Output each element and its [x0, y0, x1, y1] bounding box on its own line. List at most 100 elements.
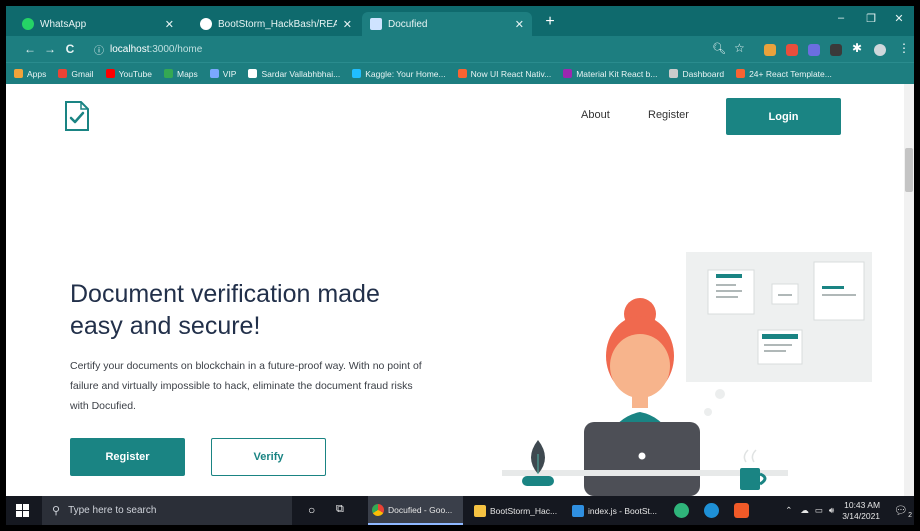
battery-icon[interactable]: ▭ [815, 505, 823, 516]
tab-docufied[interactable]: Docufied ✕ [362, 12, 532, 36]
bookmark-favicon-icon [352, 69, 362, 78]
minimize-button[interactable]: – [826, 12, 856, 24]
docufied-logo-icon[interactable] [64, 100, 90, 132]
vscode-icon [572, 504, 584, 517]
close-window-button[interactable]: ✕ [884, 12, 914, 25]
bookmarks-bar: Apps Gmail YouTube Maps VIP Sardar Vallabhbha… [6, 62, 914, 84]
bookmark-item[interactable]: Dashboard [669, 69, 724, 79]
bookmark-favicon-icon [163, 69, 173, 78]
cloud-icon[interactable]: ☁ [800, 505, 809, 516]
bookmark-item[interactable]: VIP [209, 69, 236, 79]
extension-icon[interactable] [830, 44, 842, 56]
bookmark-favicon-icon [58, 69, 68, 78]
tab-github[interactable]: BootStorm_HackBash/README... ✕ [192, 12, 360, 36]
bookmark-label: Dashboard [682, 68, 725, 79]
tab-whatsapp[interactable]: WhatsApp ✕ [14, 12, 182, 36]
profile-avatar[interactable] [874, 44, 886, 56]
webpage: About Register Login Document verificati… [6, 84, 914, 496]
login-button[interactable]: Login [726, 98, 841, 135]
url-host: localhost [110, 43, 150, 55]
bookmark-item[interactable]: Kaggle: Your Home... [352, 69, 446, 79]
taskbar-search-box[interactable]: ⚲ Type here to search [42, 496, 292, 525]
forward-button[interactable]: → [40, 42, 60, 56]
zoom-search-icon[interactable]: 🔍︎ [712, 42, 726, 55]
tab-title: BootStorm_HackBash/README... [218, 18, 337, 30]
github-desktop-icon[interactable] [674, 503, 689, 518]
bookmark-label: Sardar Vallabhbhai... [261, 68, 341, 79]
bookmark-label: Maps [176, 68, 198, 79]
back-button[interactable]: ← [20, 42, 40, 56]
brave-icon[interactable] [734, 503, 749, 518]
bookmark-favicon-icon [209, 69, 219, 78]
bookmark-favicon-icon [563, 69, 573, 78]
chrome-icon [372, 503, 384, 516]
bookmark-label: YouTube [118, 68, 152, 79]
taskbar-app-explorer[interactable]: BootStorm_Hac... [470, 496, 562, 525]
browser-toolbar: ← → C ⓘ localhost :3000/home 🔍︎ ☆ ✱ ⋮ [6, 36, 914, 62]
bookmark-item[interactable]: Apps [14, 69, 46, 79]
address-bar[interactable]: ⓘ localhost :3000/home [94, 40, 714, 58]
taskbar-app-chrome[interactable]: Docufied - Goo... [368, 496, 463, 525]
extensions-puzzle-icon[interactable]: ✱ [852, 41, 862, 55]
url-path: :3000/home [149, 43, 203, 55]
taskbar-app-label: BootStorm_Hac... [490, 505, 558, 516]
hero-subtext: Certify your documents on blockchain in … [70, 360, 422, 412]
bookmark-item[interactable]: 24+ React Template... [736, 69, 832, 79]
extension-icon[interactable] [764, 44, 776, 56]
bookmark-star-icon[interactable]: ☆ [734, 41, 745, 55]
face [610, 334, 670, 398]
page-scrollbar[interactable] [904, 84, 914, 496]
bookmark-item[interactable]: Sardar Vallabhbhai... [248, 69, 340, 79]
taskbar-app-label: index.js - BootSt... [588, 505, 657, 516]
tab-title: WhatsApp [40, 18, 87, 30]
folder-icon [474, 504, 486, 517]
nav-about-link[interactable]: About [581, 109, 610, 121]
bookmark-favicon-icon [736, 69, 746, 78]
hero-headline: Document verification made easy and secu… [70, 278, 470, 342]
task-view-icon[interactable]: ⧉ [336, 503, 344, 516]
site-info-icon[interactable]: ⓘ [94, 42, 104, 57]
tray-chevron-icon[interactable]: ⌃ [785, 505, 792, 516]
bookmark-label: Material Kit React b... [576, 68, 658, 79]
hero-verify-button[interactable]: Verify [211, 438, 326, 476]
tab-title: Docufied [388, 18, 428, 30]
bookmark-item[interactable]: Maps [163, 68, 198, 79]
bookmark-item[interactable]: Now UI React Nativ... [457, 68, 552, 79]
close-tab-icon[interactable]: ✕ [343, 18, 352, 31]
nav-register-link[interactable]: Register [648, 109, 689, 121]
windows-start-icon[interactable] [16, 504, 29, 517]
notifications-icon[interactable]: 💬︎ 2 [894, 504, 912, 519]
hero-headline-line1: Document verification made [70, 280, 380, 308]
extension-icon[interactable] [786, 44, 798, 56]
taskbar-app-label: Docufied - Goo... [388, 504, 453, 515]
hero-headline-line2: easy and secure! [70, 312, 261, 340]
hero-register-button[interactable]: Register [70, 438, 185, 476]
whatsapp-icon [22, 18, 34, 30]
close-tab-icon[interactable]: ✕ [515, 18, 524, 31]
scrollbar-thumb[interactable] [905, 148, 913, 192]
search-placeholder: Type here to search [68, 505, 157, 516]
bookmark-item[interactable]: Material Kit React b... [563, 69, 657, 79]
clock[interactable]: 10:43 AM 3/14/2021 [842, 500, 880, 522]
volume-icon[interactable]: 🔊︎ [829, 505, 834, 516]
extension-icon[interactable] [808, 44, 820, 56]
reload-button[interactable]: C [60, 42, 80, 56]
bookmark-item[interactable]: YouTube [105, 68, 152, 79]
taskbar-app-vscode[interactable]: index.js - BootSt... [568, 496, 664, 525]
restore-button[interactable]: ❐ [856, 12, 886, 25]
cortana-icon[interactable]: ○ [308, 503, 315, 517]
menu-kebab-icon[interactable]: ⋮ [898, 41, 910, 55]
bookmark-item[interactable]: Gmail [58, 68, 94, 79]
close-tab-icon[interactable]: ✕ [165, 18, 174, 31]
clock-date: 3/14/2021 [842, 510, 881, 521]
edge-icon[interactable] [704, 503, 719, 518]
windows-taskbar: ⚲ Type here to search ○ ⧉ Docufied - Goo… [6, 496, 914, 525]
bookmark-label: Gmail [71, 68, 94, 79]
bookmark-favicon-icon [457, 69, 467, 78]
bookmark-label: Now UI React Nativ... [470, 68, 552, 79]
bookmark-favicon-icon [14, 69, 23, 78]
bookmark-favicon-icon [105, 69, 115, 78]
mug [740, 468, 760, 490]
screen: WhatsApp ✕ BootStorm_HackBash/README... … [6, 6, 914, 525]
new-tab-button[interactable]: + [540, 12, 560, 32]
